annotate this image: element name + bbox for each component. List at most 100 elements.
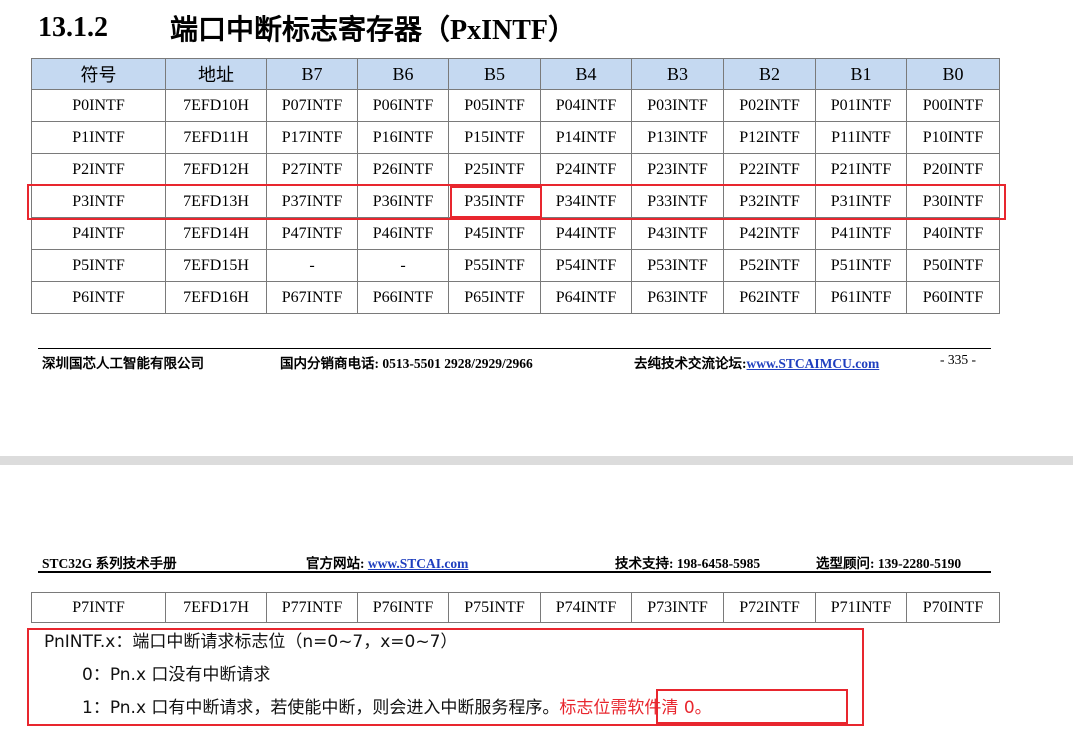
bit-cell: P43INTF [631,217,724,250]
bit-cell: P05INTF [448,89,541,122]
header-cell: B4 [540,58,632,90]
address-cell: 7EFD14H [165,217,267,250]
address-cell: 7EFD17H [165,592,267,623]
bit-cell: P31INTF [815,185,907,218]
header-cell: B7 [266,58,358,90]
bit-cell: - [266,249,358,282]
page-number: - 335 - [940,352,976,367]
bit-cell: P71INTF [815,592,907,623]
bit-cell: P23INTF [631,153,724,186]
footer-forum-link[interactable]: www.STCAIMCU.com [747,356,880,371]
table-row: P0INTF 7EFD10H P07INTF P06INTF P05INTF P04INT… [31,89,1000,122]
register-name-cell: P1INTF [31,121,166,154]
register-table-continued: P7INTF 7EFD17H P77INTF P76INTF P75INTF P74INT… [31,592,1000,623]
bit-cell: P60INTF [906,281,1000,314]
header-cell: B5 [448,58,541,90]
bit-cell: P01INTF [815,89,907,122]
bit-cell: P27INTF [266,153,358,186]
bit-cell: P41INTF [815,217,907,250]
bit-cell: P20INTF [906,153,1000,186]
bit-cell: P16INTF [357,121,449,154]
register-name-cell: P4INTF [31,217,166,250]
table-row: P4INTF 7EFD14H P47INTF P46INTF P45INTF P44INT… [31,217,1000,250]
bit-cell: P07INTF [266,89,358,122]
bit-cell: P46INTF [357,217,449,250]
bit-cell: P54INTF [540,249,632,282]
bit-cell: P04INTF [540,89,632,122]
bit-cell: P35INTF [448,185,541,218]
table-row: P6INTF 7EFD16H P67INTF P66INTF P65INTF P64INT… [31,281,1000,314]
footer-phone: 国内分销商电话: 0513-5501 2928/2929/2966 [280,356,533,371]
address-cell: 7EFD10H [165,89,267,122]
bit-cell: P36INTF [357,185,449,218]
bit-cell: P11INTF [815,121,907,154]
table-row: P3INTF 7EFD13H P37INTF P36INTF P35INTF P34INT… [31,185,1000,218]
bit-cell: P73INTF [631,592,724,623]
bit-cell: P76INTF [357,592,449,623]
bit-cell: P53INTF [631,249,724,282]
description-line: PnINTF.x：端口中断请求标志位（n=0~7，x=0~7） [44,632,458,652]
bit-cell: P25INTF [448,153,541,186]
bit-cell: P40INTF [906,217,1000,250]
address-cell: 7EFD12H [165,153,267,186]
bit-cell: - [357,249,449,282]
bit-cell: P32INTF [723,185,816,218]
bit-cell: P24INTF [540,153,632,186]
bit-cell: P64INTF [540,281,632,314]
table-row: P1INTF 7EFD11H P17INTF P16INTF P15INTF P14INT… [31,121,1000,154]
bit-cell: P65INTF [448,281,541,314]
header-cell: B1 [815,58,907,90]
bit-cell: P55INTF [448,249,541,282]
address-cell: 7EFD11H [165,121,267,154]
bit-cell: P15INTF [448,121,541,154]
header-cell: B6 [357,58,449,90]
section-number: 13.1.2 [38,12,108,43]
header-cell: B0 [906,58,1000,90]
bit-cell: P12INTF [723,121,816,154]
bit-cell: P10INTF [906,121,1000,154]
bit-cell: P75INTF [448,592,541,623]
bit-cell: P61INTF [815,281,907,314]
address-cell: 7EFD16H [165,281,267,314]
header-cell: B3 [631,58,724,90]
header-site-label: 官方网站: [306,556,368,571]
register-table: 符号 地址 B7 B6 B5 B4 B3 B2 B1 B0 P0INTF 7EFD… [31,58,1000,314]
bit-cell: P14INTF [540,121,632,154]
header-cell: 地址 [165,58,267,90]
address-cell: 7EFD15H [165,249,267,282]
bit-cell: P26INTF [357,153,449,186]
description-line: 0：Pn.x 口没有中断请求 [82,665,271,685]
register-name-cell: P5INTF [31,249,166,282]
register-name-cell: P6INTF [31,281,166,314]
description-line: 1：Pn.x 口有中断请求，若使能中断，则会进入中断服务程序。标志位需软件清 0… [44,692,864,725]
bit-cell: P74INTF [540,592,632,623]
page-separator [0,456,1073,465]
address-cell: 7EFD13H [165,185,267,218]
bit-cell: P62INTF [723,281,816,314]
register-name-cell: P3INTF [31,185,166,218]
header-support: 技术支持: 198-6458-5985 [615,556,761,571]
table-row: P7INTF 7EFD17H P77INTF P76INTF P75INTF P74INT… [31,592,1000,623]
register-name-cell: P7INTF [31,592,166,623]
bit-cell: P02INTF [723,89,816,122]
bit-cell: P44INTF [540,217,632,250]
description-text: 1：Pn.x 口有中断请求，若使能中断，则会进入中断服务程序。 [82,698,560,718]
register-name-cell: P0INTF [31,89,166,122]
footer-forum-label: 去纯技术交流论坛: [634,356,747,371]
bit-cell: P77INTF [266,592,358,623]
bit-cell: P33INTF [631,185,724,218]
page-footer: 深圳国芯人工智能有限公司 国内分销商电话: 0513-5501 2928/292… [38,348,991,371]
header-site-link[interactable]: www.STCAI.com [368,556,469,571]
page-header: STC32G 系列技术手册 官方网站: www.STCAI.com 技术支持: … [38,549,991,573]
clear-note: 标志位需软件清 0。 [559,698,712,718]
bit-cell: P67INTF [266,281,358,314]
header-cell: B2 [723,58,816,90]
section-heading: 13.1.2 端口中断标志寄存器（PxINTF） [38,6,576,50]
bit-cell: P03INTF [631,89,724,122]
header-advisor: 选型顾问: 139-2280-5190 [816,556,962,571]
bit-cell: P42INTF [723,217,816,250]
bit-cell: P22INTF [723,153,816,186]
footer-company: 深圳国芯人工智能有限公司 [42,356,204,371]
section-title: 端口中断标志寄存器（PxINTF） [170,15,577,46]
bit-cell: P45INTF [448,217,541,250]
